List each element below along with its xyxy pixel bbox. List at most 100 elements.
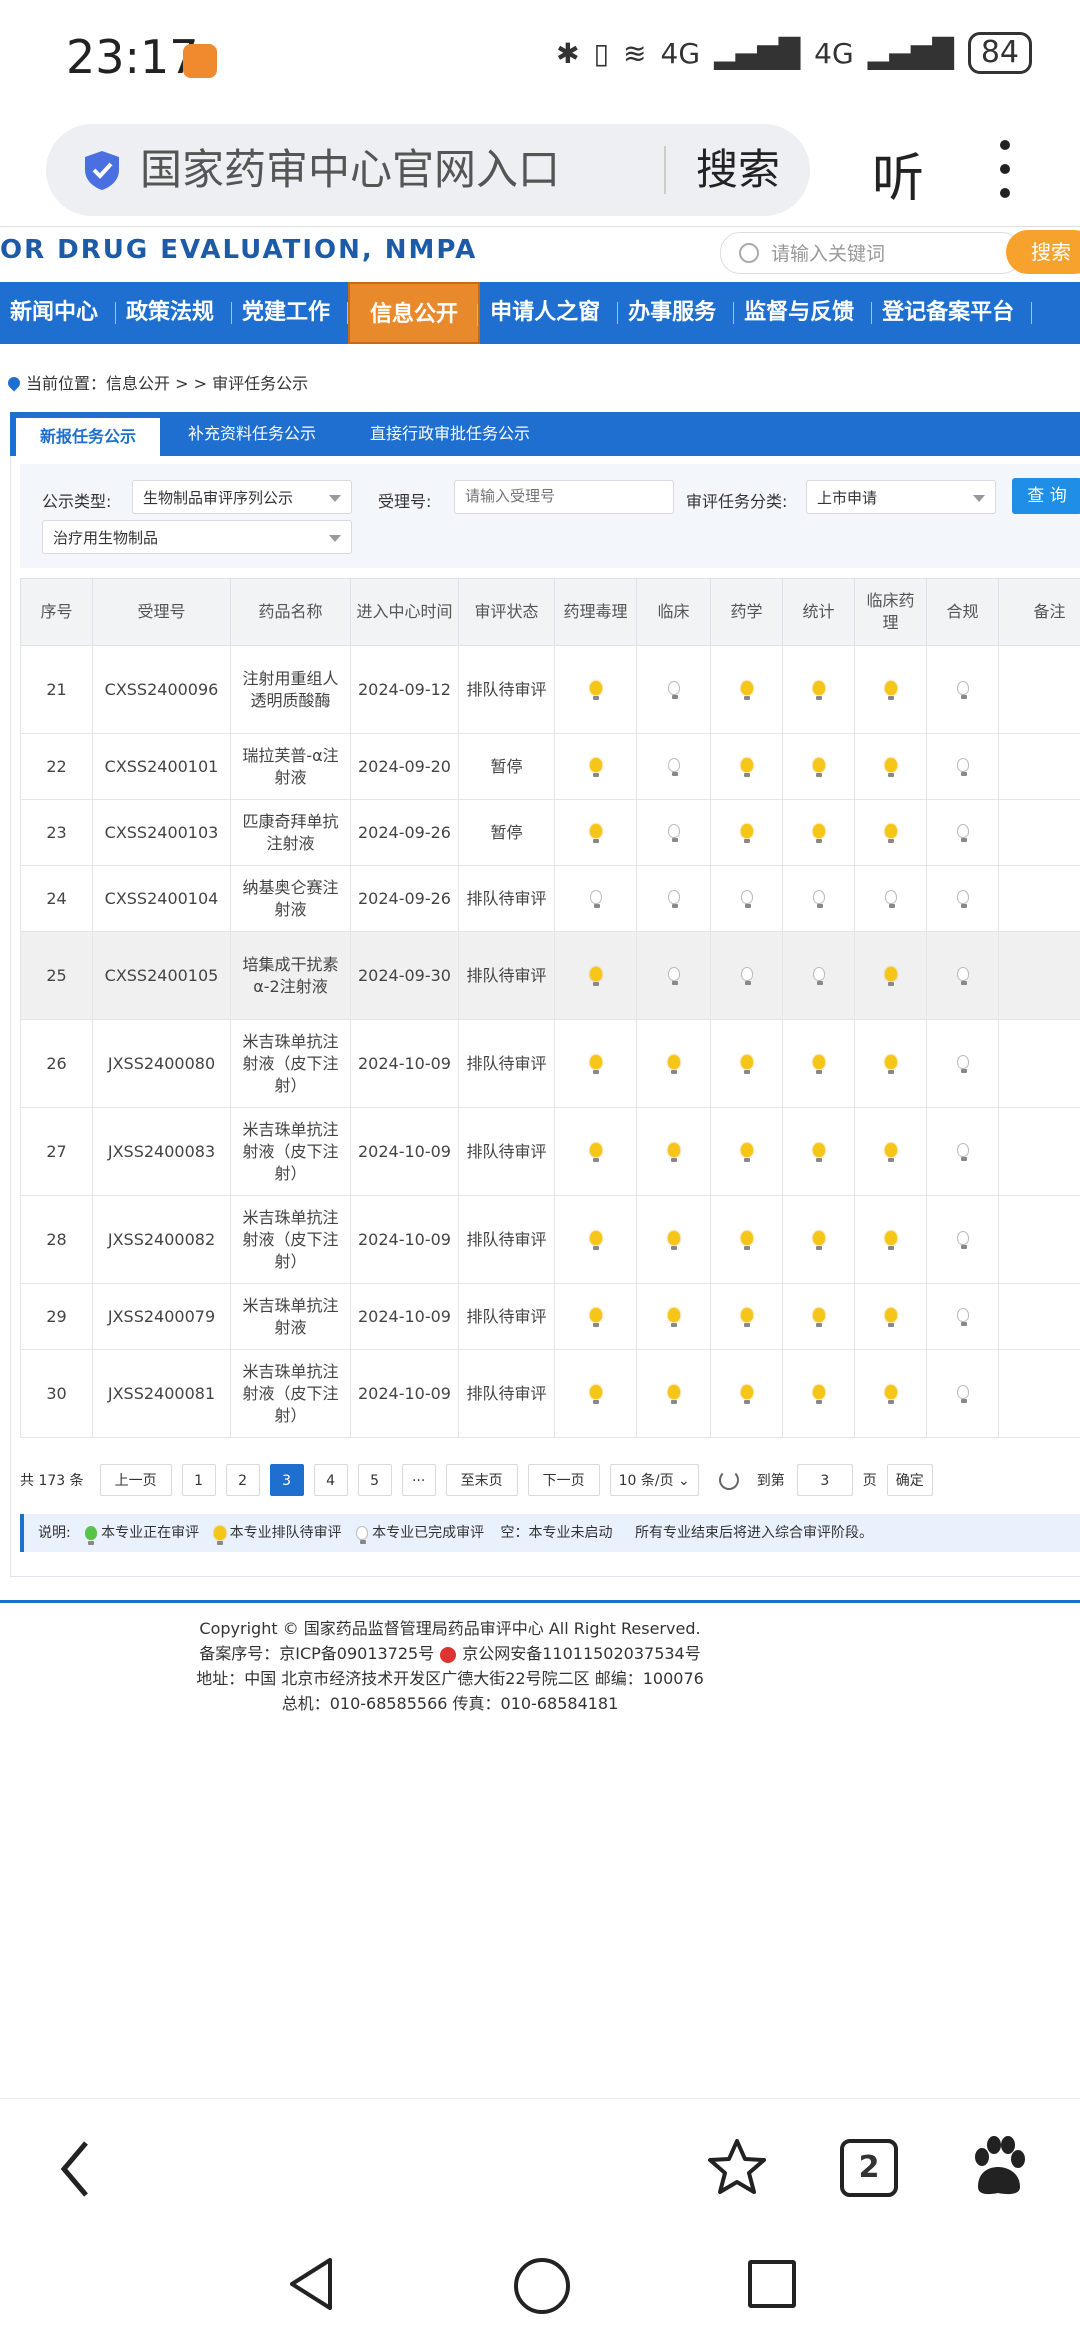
listen-button[interactable]: 听 (872, 136, 924, 211)
page-button-5[interactable]: 5 (357, 1464, 392, 1496)
review-discipline-cell (636, 1349, 711, 1438)
shield-icon (85, 151, 119, 190)
gray-bulb-icon (884, 889, 897, 908)
goto-page-input[interactable]: 3 (796, 1464, 853, 1496)
review-discipline-cell (636, 733, 711, 800)
site-brand: OR DRUG EVALUATION, NMPA (0, 235, 478, 265)
icp-number[interactable]: 备案序号：京ICP备09013725号 (199, 1644, 434, 1663)
home-icon[interactable] (514, 2258, 570, 2314)
review-discipline-cell (710, 1283, 783, 1350)
nav-item-news[interactable]: 新闻中心 (0, 282, 117, 344)
subtype-select-value: 治疗用生物制品 (53, 529, 159, 547)
review-discipline-cell (636, 1283, 711, 1350)
star-icon[interactable] (706, 2137, 768, 2197)
col-header: 临床药理 (854, 578, 927, 646)
remark-cell (998, 865, 1080, 932)
row-number: 23 (20, 799, 93, 866)
table-row: 29 JXSS2400079 米吉珠单抗注射液 2024-10-09 排队待审评 (20, 1283, 1080, 1350)
yellow-bulb-icon (812, 1142, 825, 1162)
category-select-value: 上市申请 (817, 489, 878, 507)
review-discipline-cell (710, 1195, 783, 1284)
remark-cell (998, 1107, 1080, 1196)
accept-label: 受理号: (378, 492, 432, 511)
review-discipline-cell (636, 931, 711, 1020)
drug-name: 米吉珠单抗注射液（皮下注射） (230, 1019, 351, 1108)
footer-divider (0, 1600, 1080, 1603)
tabs-count-button[interactable]: 2 (840, 2139, 898, 2197)
legend-label: 说明: (38, 1525, 71, 1541)
confirm-button[interactable]: 确定 (886, 1464, 933, 1496)
page-button-3[interactable]: 3 (269, 1464, 304, 1496)
more-menu-icon[interactable] (1000, 140, 1014, 200)
yellow-bulb-icon (740, 1142, 753, 1162)
yellow-bulb-icon (589, 1307, 602, 1327)
category-select[interactable]: 上市申请 (806, 480, 996, 514)
yellow-bulb-icon (667, 1307, 680, 1327)
nav-item-info-public[interactable]: 信息公开 (348, 282, 481, 344)
review-discipline-cell (554, 1283, 637, 1350)
review-discipline-cell (854, 1107, 927, 1196)
nav-item-registration[interactable]: 登记备案平台 (872, 282, 1033, 344)
review-discipline-cell (926, 799, 999, 866)
site-search-input[interactable]: 请输入关键词 (720, 232, 1022, 274)
accept-number-input[interactable] (454, 480, 674, 514)
gray-bulb-icon (356, 1526, 369, 1544)
system-back-icon[interactable] (286, 2256, 336, 2312)
system-icons: ✱ ▯ ≋ 4G ▂▄▆█ 4G ▂▄▆█ 84 (556, 32, 1032, 74)
nav-item-applicant[interactable]: 申请人之窗 (480, 282, 619, 344)
site-search-button[interactable]: 搜索 (1006, 230, 1080, 274)
baidu-paw-icon[interactable] (968, 2135, 1028, 2199)
entry-date: 2024-09-30 (350, 931, 459, 1020)
page-ellipsis[interactable]: ··· (401, 1464, 436, 1496)
table-row: 21 CXSS2400096 注射用重组人透明质酸酶 2024-09-12 排队待审评 (20, 645, 1080, 734)
review-discipline-cell (554, 865, 637, 932)
table-row: 28 JXSS2400082 米吉珠单抗注射液（皮下注射） 2024-10-09 排队待… (20, 1195, 1080, 1284)
next-page-button[interactable]: 下一页 (527, 1464, 600, 1496)
col-header: 统计 (782, 578, 855, 646)
address-bar[interactable]: 国家药审中心官网入口 搜索 (46, 124, 810, 216)
yellow-bulb-icon (884, 1230, 897, 1250)
review-discipline-cell (554, 799, 637, 866)
tab-direct-approval-tasks[interactable]: 直接行政审批任务公示 (370, 412, 530, 456)
page-button-1[interactable]: 1 (181, 1464, 216, 1496)
tab-supplement-tasks[interactable]: 补充资料任务公示 (188, 412, 316, 456)
gray-bulb-icon (956, 1384, 969, 1403)
review-discipline-cell (854, 645, 927, 734)
police-number[interactable]: 京公网安备11011502037534号 (462, 1644, 701, 1663)
nav-item-feedback[interactable]: 监督与反馈 (734, 282, 873, 344)
nav-item-service[interactable]: 办事服务 (618, 282, 735, 344)
page-size-select[interactable]: 10 条/页 ⌄ (609, 1464, 699, 1496)
system-navigation-bar (0, 2238, 1080, 2340)
tab-bar: 新报任务公示 补充资料任务公示 直接行政审批任务公示 (10, 412, 1080, 456)
yellow-bulb-icon (884, 1054, 897, 1074)
browser-search-button[interactable]: 搜索 (696, 140, 780, 200)
review-discipline-cell (782, 1195, 855, 1284)
address-title[interactable]: 国家药审中心官网入口 (140, 140, 560, 200)
recents-icon[interactable] (748, 2260, 796, 2308)
page-button-4[interactable]: 4 (313, 1464, 348, 1496)
gray-bulb-icon (956, 889, 969, 908)
yellow-bulb-icon (812, 1054, 825, 1074)
review-status: 排队待审评 (458, 931, 555, 1020)
query-button[interactable]: 查 询 (1012, 478, 1080, 514)
tab-new-tasks[interactable]: 新报任务公示 (16, 418, 160, 456)
page-button-2[interactable]: 2 (225, 1464, 260, 1496)
nav-item-policy[interactable]: 政策法规 (116, 282, 233, 344)
yellow-bulb-icon (667, 1384, 680, 1404)
review-discipline-cell (636, 1195, 711, 1284)
prev-page-button[interactable]: 上一页 (99, 1464, 172, 1496)
review-discipline-cell (554, 931, 637, 1020)
subtype-select[interactable]: 治疗用生物制品 (42, 520, 352, 554)
nav-item-party[interactable]: 党建工作 (232, 282, 349, 344)
last-page-button[interactable]: 至末页 (445, 1464, 518, 1496)
review-discipline-cell (782, 1283, 855, 1350)
battery-indicator: 84 (967, 32, 1032, 74)
type-select[interactable]: 生物制品审评序列公示 (132, 480, 352, 514)
chevron-down-icon (973, 495, 985, 502)
col-header: 审评状态 (458, 578, 555, 646)
back-arrow-icon[interactable] (56, 2139, 96, 2199)
yellow-bulb-icon (589, 823, 602, 843)
review-discipline-cell (854, 733, 927, 800)
status-bar: 23:17 ✱ ▯ ≋ 4G ▂▄▆█ 4G ▂▄▆█ 84 (0, 0, 1080, 120)
refresh-icon[interactable] (718, 1470, 739, 1490)
